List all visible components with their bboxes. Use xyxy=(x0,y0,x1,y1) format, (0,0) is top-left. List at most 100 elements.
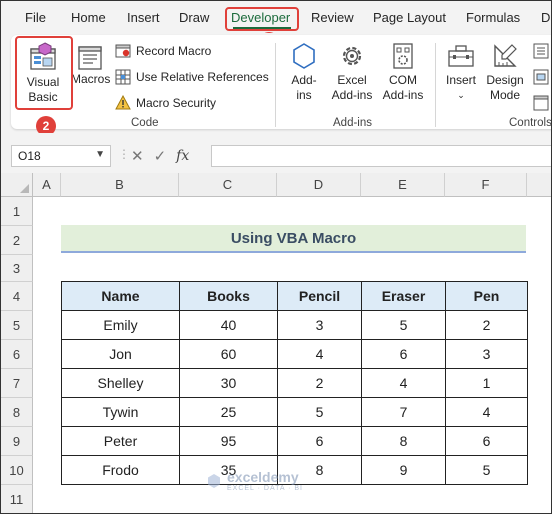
tab-draw[interactable]: Draw xyxy=(179,10,209,25)
row-header-9[interactable]: 9 xyxy=(1,427,33,456)
chevron-down-icon[interactable]: ▼ xyxy=(95,149,105,160)
table-cell[interactable]: 4 xyxy=(445,397,528,427)
developer-tab-highlight xyxy=(225,7,299,31)
tab-page-layout[interactable]: Page Layout xyxy=(373,10,446,25)
row-header-2[interactable]: 2 xyxy=(1,226,33,255)
formula-input[interactable] xyxy=(211,145,551,167)
table-cell[interactable]: 30 xyxy=(179,368,278,398)
table-cell[interactable]: 5 xyxy=(361,310,446,340)
column-header-b[interactable]: B xyxy=(61,173,179,197)
macros-icon xyxy=(78,46,102,70)
macro-security-button[interactable]: Macro Security xyxy=(115,95,216,111)
tab-file[interactable]: File xyxy=(25,10,46,25)
table-cell[interactable]: 6 xyxy=(445,426,528,456)
select-all-button[interactable] xyxy=(1,173,33,197)
macros-button[interactable]: Macros xyxy=(71,41,111,87)
table-cell[interactable]: 95 xyxy=(179,426,278,456)
relative-references-icon xyxy=(115,69,131,85)
table-cell[interactable]: 2 xyxy=(277,368,362,398)
table-cell[interactable]: 1 xyxy=(445,368,528,398)
table-cell[interactable]: 9 xyxy=(361,455,446,485)
addins-button[interactable]: Add- ins xyxy=(283,41,325,103)
tab-formulas[interactable]: Formulas xyxy=(466,10,520,25)
header-pencil[interactable]: Pencil xyxy=(277,281,362,311)
table-cell[interactable]: 7 xyxy=(361,397,446,427)
com-addins-button[interactable]: COM Add-ins xyxy=(379,41,427,103)
table-cell[interactable]: 3 xyxy=(277,310,362,340)
column-header-f[interactable]: F xyxy=(445,173,527,197)
table-cell[interactable]: 6 xyxy=(361,339,446,369)
name-box[interactable]: O18 ▼ xyxy=(11,145,111,167)
table-cell[interactable]: 5 xyxy=(445,455,528,485)
table-cell[interactable]: 5 xyxy=(277,397,362,427)
table-cell[interactable]: 2 xyxy=(445,310,528,340)
addins-label-line1: Add- xyxy=(291,73,317,87)
enter-icon[interactable]: ✓ xyxy=(154,147,167,165)
use-relative-references-label: Use Relative References xyxy=(136,70,269,84)
excel-addins-label-line1: Excel xyxy=(337,73,367,87)
table-cell[interactable]: 8 xyxy=(361,426,446,456)
view-code-button[interactable] xyxy=(533,69,551,85)
table-row: Peter 95 6 8 6 xyxy=(61,426,528,456)
com-addins-label-line1: COM xyxy=(389,73,417,87)
group-separator xyxy=(435,43,436,127)
properties-button[interactable] xyxy=(533,43,551,59)
row-header-5[interactable]: 5 xyxy=(1,311,33,340)
insert-controls-button[interactable]: Insert ⌄ xyxy=(441,41,481,103)
column-header-g[interactable] xyxy=(527,173,551,197)
header-name[interactable]: Name xyxy=(61,281,180,311)
table-cell[interactable]: 6 xyxy=(277,426,362,456)
column-header-a[interactable]: A xyxy=(33,173,61,197)
view-code-icon xyxy=(533,69,549,85)
tab-insert[interactable]: Insert xyxy=(127,10,160,25)
tab-review[interactable]: Review xyxy=(311,10,354,25)
table-header-row: Name Books Pencil Eraser Pen xyxy=(61,281,528,311)
row-header-1[interactable]: 1 xyxy=(1,197,33,226)
row-header-7[interactable]: 7 xyxy=(1,369,33,398)
record-macro-button[interactable]: Record Macro xyxy=(115,43,211,59)
column-header-e[interactable]: E xyxy=(361,173,445,197)
row-header-11[interactable]: 11 xyxy=(1,485,33,513)
row-header-6[interactable]: 6 xyxy=(1,340,33,369)
table-cell[interactable]: Frodo xyxy=(61,455,180,485)
excel-addins-button[interactable]: Excel Add-ins xyxy=(327,41,377,103)
table-cell[interactable]: 40 xyxy=(179,310,278,340)
table-cell[interactable]: Tywin xyxy=(61,397,180,427)
table-cell[interactable]: Shelley xyxy=(61,368,180,398)
header-pen[interactable]: Pen xyxy=(445,281,528,311)
watermark: exceldemy EXCEL · DATA · BI xyxy=(206,469,303,492)
worksheet-grid[interactable]: A B C D E F 1 2 3 4 5 6 7 8 9 10 11 Usin… xyxy=(1,173,551,513)
tab-data[interactable]: Data xyxy=(541,10,551,25)
addins-label-line2: ins xyxy=(296,88,312,102)
row-header-3[interactable]: 3 xyxy=(1,255,33,282)
visual-basic-highlight xyxy=(15,36,73,110)
table-cell[interactable]: 4 xyxy=(361,368,446,398)
column-header-c[interactable]: C xyxy=(179,173,277,197)
table-cell[interactable]: Jon xyxy=(61,339,180,369)
controls-group-label: Controls xyxy=(509,117,552,129)
run-dialog-button[interactable] xyxy=(533,95,551,111)
row-header-8[interactable]: 8 xyxy=(1,398,33,427)
table-cell[interactable]: 25 xyxy=(179,397,278,427)
table-cell[interactable]: 60 xyxy=(179,339,278,369)
design-mode-button[interactable]: Design Mode xyxy=(483,41,527,103)
macros-label: Macros xyxy=(71,72,111,86)
row-header-10[interactable]: 10 xyxy=(1,456,33,485)
table-cell[interactable]: Emily xyxy=(61,310,180,340)
insert-function-button[interactable]: fx xyxy=(176,148,189,164)
use-relative-references-button[interactable]: Use Relative References xyxy=(115,69,269,85)
table-cell[interactable]: 3 xyxy=(445,339,528,369)
column-header-d[interactable]: D xyxy=(277,173,361,197)
table-cell[interactable]: Peter xyxy=(61,426,180,456)
excel-window: File Home Insert Draw Developer Review P… xyxy=(0,0,552,514)
tab-home[interactable]: Home xyxy=(71,10,106,25)
exceldemy-logo-icon xyxy=(208,473,220,488)
macro-security-label: Macro Security xyxy=(136,96,217,110)
header-eraser[interactable]: Eraser xyxy=(361,281,446,311)
table-cell[interactable]: 4 xyxy=(277,339,362,369)
header-books[interactable]: Books xyxy=(179,281,278,311)
cancel-icon[interactable]: ✕ xyxy=(131,147,144,165)
toolbox-icon xyxy=(448,45,474,67)
sheet-title[interactable]: Using VBA Macro xyxy=(61,225,526,253)
row-header-4[interactable]: 4 xyxy=(1,282,33,311)
